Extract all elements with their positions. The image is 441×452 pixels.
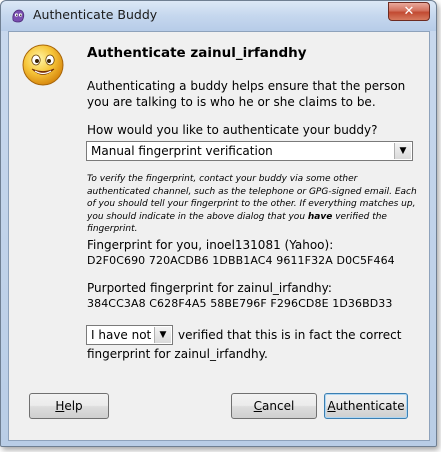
buddy-fingerprint-label: Purported fingerprint for zainul_irfandh… [87, 281, 332, 295]
authenticate-button[interactable]: Authenticate [324, 393, 408, 419]
verified-statement-continued: fingerprint for zainul_irfandhy. [87, 347, 268, 361]
window-title: Authenticate Buddy [33, 7, 158, 22]
chevron-down-icon[interactable]: ▼ [154, 327, 171, 343]
dialog-heading: Authenticate zainul_irfandhy [87, 45, 307, 61]
close-button[interactable]: ✕ [388, 2, 430, 21]
chevron-down-icon[interactable]: ▼ [394, 143, 411, 159]
your-fingerprint-label: Fingerprint for you, inoel131081 (Yahoo)… [87, 238, 334, 252]
verified-select[interactable]: I have not ▼ [86, 325, 173, 345]
close-icon: ✕ [403, 4, 415, 19]
help-button[interactable]: Help [29, 393, 109, 419]
method-select-value: Manual fingerprint verification [91, 144, 273, 158]
verified-select-value: I have not [91, 328, 152, 342]
method-select[interactable]: Manual fingerprint verification ▼ [86, 141, 413, 161]
title-bar[interactable]: Authenticate Buddy ✕ [1, 1, 436, 31]
smiley-face-icon [22, 44, 64, 86]
your-fingerprint-value: D2F0C690 720ACDB6 1DBB1AC4 9611F32A D0C5… [87, 254, 395, 267]
pidgin-purple-icon [12, 9, 25, 23]
intro-text: Authenticating a buddy helps ensure that… [87, 79, 406, 109]
verified-statement: verified that this is in fact the correc… [178, 328, 402, 342]
emphasis-have: have [307, 211, 333, 222]
method-question: How would you like to authenticate your … [87, 123, 378, 137]
verification-instructions: To verify the fingerprint, contact your … [87, 174, 417, 234]
dialog-body: Authenticate zainul_irfandhy Authenticat… [8, 31, 430, 441]
buddy-fingerprint-value: 384CC3A8 C628F4A5 58BE796F F296CD8E 1D36… [87, 297, 393, 310]
authenticate-buddy-window: Authenticate Buddy ✕ Authenticate zainul… [0, 0, 437, 447]
cancel-button[interactable]: Cancel [231, 393, 317, 419]
